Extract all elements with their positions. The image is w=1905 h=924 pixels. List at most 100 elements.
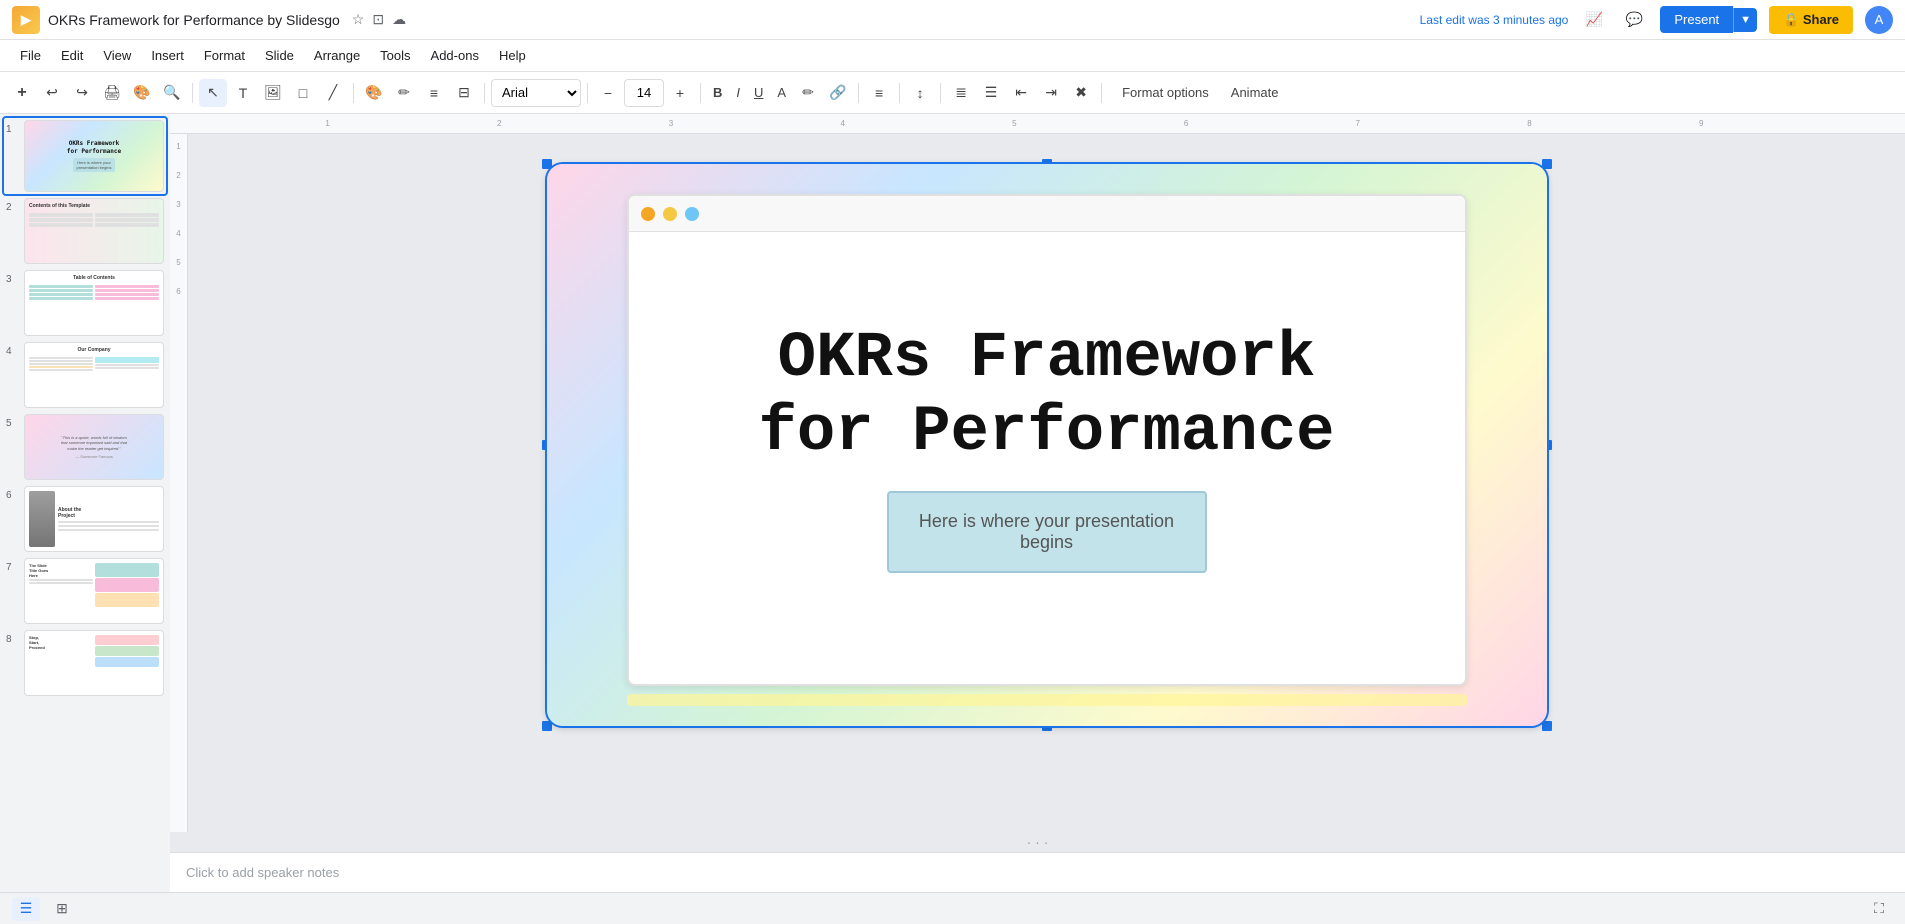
increase-indent-button[interactable]: ⇥	[1037, 79, 1065, 107]
text-color-button[interactable]: A	[771, 79, 792, 107]
menu-arrange[interactable]: Arrange	[306, 44, 368, 67]
menu-file[interactable]: File	[12, 44, 49, 67]
handle-bl[interactable]	[542, 721, 552, 731]
canvas-wrapper: 1 2 3 4 5 6 7 8 9 123456	[170, 114, 1905, 892]
slide-thumbnail-6[interactable]: 6 About theProject	[4, 484, 166, 554]
font-size-decrease[interactable]: −	[594, 79, 622, 107]
border-color-button[interactable]: ✏	[390, 79, 418, 107]
font-size-input[interactable]	[624, 79, 664, 107]
undo-button[interactable]: ↩	[38, 79, 66, 107]
slides-sidebar: 1 OKRs Frameworkfor Performance Here is …	[0, 114, 170, 892]
slide-thumbnail-3[interactable]: 3 Table of Contents	[4, 268, 166, 338]
format-options-button[interactable]: Format options	[1112, 79, 1219, 107]
slide-thumb-img-8: Stop,Start,Proceed	[24, 630, 164, 696]
menu-view[interactable]: View	[95, 44, 139, 67]
browser-titlebar	[629, 196, 1465, 232]
shape-button[interactable]: □	[289, 79, 317, 107]
slide-thumbnail-7[interactable]: 7 The SlideTitle GoesHere	[4, 556, 166, 626]
view-list-button[interactable]: ☰	[12, 897, 40, 921]
bold-button[interactable]: B	[707, 79, 728, 107]
select-text-button[interactable]: T	[229, 79, 257, 107]
activity-icon[interactable]: 📈	[1580, 6, 1608, 34]
ruler-horizontal: 1 2 3 4 5 6 7 8 9	[188, 114, 1905, 133]
svg-text:▶: ▶	[20, 12, 32, 27]
slide-canvas[interactable]: OKRs Framework for Performance Here is w…	[547, 164, 1547, 726]
browser-content: OKRs Framework for Performance Here is w…	[629, 232, 1465, 684]
slide-thumbnail-1[interactable]: 1 OKRs Frameworkfor Performance Here is …	[4, 118, 166, 194]
menu-addons[interactable]: Add-ons	[423, 44, 487, 67]
canvas-scroll: OKRs Framework for Performance Here is w…	[188, 134, 1905, 832]
menu-tools[interactable]: Tools	[372, 44, 418, 67]
handle-br[interactable]	[1542, 721, 1552, 731]
bulleted-list-button[interactable]: ≣	[947, 79, 975, 107]
separator-4	[587, 83, 588, 103]
slide-thumbnail-8[interactable]: 8 Stop,Start,Proceed	[4, 628, 166, 698]
browser-dot-green	[685, 207, 699, 221]
decrease-indent-button[interactable]: ⇤	[1007, 79, 1035, 107]
dots-indicator-row: · · ·	[170, 832, 1905, 852]
font-family-select[interactable]: Arial	[491, 79, 581, 107]
present-dropdown[interactable]: ▼	[1733, 8, 1757, 32]
distribute-button[interactable]: ⊟	[450, 79, 478, 107]
redo-button[interactable]: ↪	[68, 79, 96, 107]
slide-num-3: 3	[6, 270, 20, 285]
doc-title: OKRs Framework for Performance by Slides…	[48, 12, 340, 28]
slide-num-8: 8	[6, 630, 20, 645]
paint-format-button[interactable]: 🎨	[128, 79, 156, 107]
italic-button[interactable]: I	[730, 79, 746, 107]
slide-title-line2: for Performance	[758, 397, 1334, 469]
slide-thumbnail-4[interactable]: 4 Our Company	[4, 340, 166, 410]
account-avatar[interactable]: A	[1865, 6, 1893, 34]
menu-edit[interactable]: Edit	[53, 44, 91, 67]
select-arrow-button[interactable]: ↖	[199, 79, 227, 107]
animate-button[interactable]: Animate	[1221, 79, 1289, 107]
slide-title-line1: OKRs Framework	[778, 323, 1316, 395]
expand-button[interactable]: ⛶	[1865, 897, 1893, 921]
slide-main-title[interactable]: OKRs Framework for Performance	[758, 323, 1334, 470]
last-edit-link[interactable]: Last edit was 3 minutes ago	[1420, 13, 1569, 27]
bottom-bar: ☰ ⊞ ⛶	[0, 892, 1905, 924]
comment-icon[interactable]: 💬	[1620, 6, 1648, 34]
notes-area[interactable]: Click to add speaker notes	[170, 852, 1905, 892]
text-align-button[interactable]: ≡	[865, 79, 893, 107]
zoom-button[interactable]: 🔍	[158, 79, 186, 107]
slide-subtitle-box[interactable]: Here is where your presentation begins	[887, 491, 1207, 573]
slide-thumbnail-5[interactable]: 5 "This is a quote, words full of wisdom…	[4, 412, 166, 482]
link-button[interactable]: 🔗	[824, 79, 852, 107]
bottom-left: ☰ ⊞	[12, 897, 76, 921]
separator-7	[899, 83, 900, 103]
star-icon[interactable]: ☆	[352, 11, 365, 28]
line-spacing-button[interactable]: ↕	[906, 79, 934, 107]
menu-help[interactable]: Help	[491, 44, 534, 67]
font-size-increase[interactable]: +	[666, 79, 694, 107]
slide-num-1: 1	[6, 120, 20, 135]
slide-thumbnail-2[interactable]: 2 Contents of this Template	[4, 196, 166, 266]
slide-num-4: 4	[6, 342, 20, 357]
cloud-icon[interactable]: ☁	[392, 11, 406, 28]
slide-num-2: 2	[6, 198, 20, 213]
menu-format[interactable]: Format	[196, 44, 253, 67]
browser-dot-red	[641, 207, 655, 221]
slide-thumb-img-2: Contents of this Template	[24, 198, 164, 264]
slide-num-6: 6	[6, 486, 20, 501]
underline-button[interactable]: U	[748, 79, 769, 107]
image-button[interactable]: 🖼	[259, 79, 287, 107]
menu-insert[interactable]: Insert	[143, 44, 192, 67]
menu-slide[interactable]: Slide	[257, 44, 302, 67]
line-button[interactable]: ╱	[319, 79, 347, 107]
separator-5	[700, 83, 701, 103]
clear-format-button[interactable]: ✖	[1067, 79, 1095, 107]
view-grid-button[interactable]: ⊞	[48, 897, 76, 921]
share-button[interactable]: 🔒 Share	[1769, 6, 1853, 34]
align-button[interactable]: ≡	[420, 79, 448, 107]
slide-container: OKRs Framework for Performance Here is w…	[547, 164, 1547, 726]
highlight-button[interactable]: ✏	[794, 79, 822, 107]
save-icon[interactable]: ⊡	[372, 11, 384, 28]
dots-indicator: · · ·	[1027, 834, 1049, 850]
present-button[interactable]: Present	[1660, 6, 1733, 33]
add-button[interactable]: +	[8, 79, 36, 107]
fill-color-button[interactable]: 🎨	[360, 79, 388, 107]
print-button[interactable]: 🖨	[98, 79, 126, 107]
numbered-list-button[interactable]: ☰	[977, 79, 1005, 107]
slide-thumb-img-4: Our Company	[24, 342, 164, 408]
